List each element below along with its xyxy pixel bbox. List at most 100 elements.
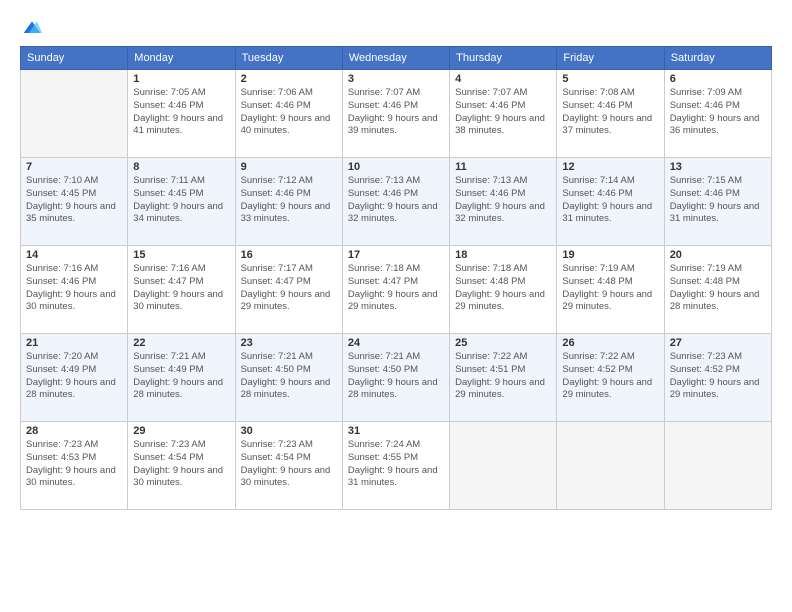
week-row: 14Sunrise: 7:16 AMSunset: 4:46 PMDayligh… <box>21 246 772 334</box>
day-cell: 21 Sunrise: 7:20 AMSunset: 4:49 PMDayligh… <box>21 334 128 422</box>
day-number: 30 <box>241 425 337 437</box>
day-cell: 18 Sunrise: 7:18 AMSunset: 4:48 PMDayligh… <box>450 246 557 334</box>
column-header-sunday: Sunday <box>21 47 128 70</box>
day-cell <box>450 422 557 510</box>
day-number: 25 <box>455 337 551 349</box>
day-number: 20 <box>670 249 766 261</box>
day-number: 1 <box>133 73 229 85</box>
day-cell: 4 Sunrise: 7:07 AMSunset: 4:46 PMDaylight… <box>450 70 557 158</box>
day-cell: 30 Sunrise: 7:23 AMSunset: 4:54 PMDayligh… <box>235 422 342 510</box>
day-number: 28 <box>26 425 122 437</box>
day-info: Sunrise: 7:19 AMSunset: 4:48 PMDaylight:… <box>670 263 766 314</box>
day-cell: 12 Sunrise: 7:14 AMSunset: 4:46 PMDayligh… <box>557 158 664 246</box>
column-header-tuesday: Tuesday <box>235 47 342 70</box>
day-cell: 7Sunrise: 7:10 AMSunset: 4:45 PMDaylight… <box>21 158 128 246</box>
day-number: 27 <box>670 337 766 349</box>
day-info: Sunrise: 7:23 AMSunset: 4:54 PMDaylight:… <box>241 439 337 490</box>
day-info: Sunrise: 7:23 AMSunset: 4:53 PMDaylight:… <box>26 439 122 490</box>
day-cell: 20 Sunrise: 7:19 AMSunset: 4:48 PMDayligh… <box>664 246 771 334</box>
day-info: Sunrise: 7:05 AMSunset: 4:46 PMDaylight:… <box>133 87 229 138</box>
day-info: Sunrise: 7:16 AMSunset: 4:46 PMDaylight:… <box>26 263 122 314</box>
week-row: 21 Sunrise: 7:20 AMSunset: 4:49 PMDayligh… <box>21 334 772 422</box>
day-cell: 24 Sunrise: 7:21 AMSunset: 4:50 PMDayligh… <box>342 334 449 422</box>
day-cell: 27 Sunrise: 7:23 AMSunset: 4:52 PMDayligh… <box>664 334 771 422</box>
day-info: Sunrise: 7:22 AMSunset: 4:52 PMDaylight:… <box>562 351 658 402</box>
day-cell: 5 Sunrise: 7:08 AMSunset: 4:46 PMDaylight… <box>557 70 664 158</box>
day-cell: 1 Sunrise: 7:05 AMSunset: 4:46 PMDaylight… <box>128 70 235 158</box>
day-info: Sunrise: 7:12 AMSunset: 4:46 PMDaylight:… <box>241 175 337 226</box>
day-info: Sunrise: 7:08 AMSunset: 4:46 PMDaylight:… <box>562 87 658 138</box>
day-info: Sunrise: 7:24 AMSunset: 4:55 PMDaylight:… <box>348 439 444 490</box>
day-number: 18 <box>455 249 551 261</box>
week-row: 7Sunrise: 7:10 AMSunset: 4:45 PMDaylight… <box>21 158 772 246</box>
page-header <box>20 18 772 38</box>
column-header-friday: Friday <box>557 47 664 70</box>
day-number: 13 <box>670 161 766 173</box>
week-row: 28 Sunrise: 7:23 AMSunset: 4:53 PMDayligh… <box>21 422 772 510</box>
day-info: Sunrise: 7:22 AMSunset: 4:51 PMDaylight:… <box>455 351 551 402</box>
day-info: Sunrise: 7:21 AMSunset: 4:49 PMDaylight:… <box>133 351 229 402</box>
day-info: Sunrise: 7:18 AMSunset: 4:48 PMDaylight:… <box>455 263 551 314</box>
day-cell <box>557 422 664 510</box>
day-number: 6 <box>670 73 766 85</box>
day-info: Sunrise: 7:19 AMSunset: 4:48 PMDaylight:… <box>562 263 658 314</box>
day-cell: 29 Sunrise: 7:23 AMSunset: 4:54 PMDayligh… <box>128 422 235 510</box>
day-info: Sunrise: 7:23 AMSunset: 4:52 PMDaylight:… <box>670 351 766 402</box>
header-row: SundayMondayTuesdayWednesdayThursdayFrid… <box>21 47 772 70</box>
day-number: 31 <box>348 425 444 437</box>
day-info: Sunrise: 7:20 AMSunset: 4:49 PMDaylight:… <box>26 351 122 402</box>
day-cell <box>21 70 128 158</box>
day-cell: 14Sunrise: 7:16 AMSunset: 4:46 PMDayligh… <box>21 246 128 334</box>
day-number: 21 <box>26 337 122 349</box>
day-info: Sunrise: 7:23 AMSunset: 4:54 PMDaylight:… <box>133 439 229 490</box>
day-info: Sunrise: 7:14 AMSunset: 4:46 PMDaylight:… <box>562 175 658 226</box>
day-cell: 13 Sunrise: 7:15 AMSunset: 4:46 PMDayligh… <box>664 158 771 246</box>
day-cell: 6Sunrise: 7:09 AMSunset: 4:46 PMDaylight… <box>664 70 771 158</box>
day-cell: 8Sunrise: 7:11 AMSunset: 4:45 PMDaylight… <box>128 158 235 246</box>
day-number: 19 <box>562 249 658 261</box>
day-cell: 26Sunrise: 7:22 AMSunset: 4:52 PMDayligh… <box>557 334 664 422</box>
day-number: 5 <box>562 73 658 85</box>
day-info: Sunrise: 7:06 AMSunset: 4:46 PMDaylight:… <box>241 87 337 138</box>
day-info: Sunrise: 7:15 AMSunset: 4:46 PMDaylight:… <box>670 175 766 226</box>
day-cell: 2 Sunrise: 7:06 AMSunset: 4:46 PMDaylight… <box>235 70 342 158</box>
day-cell: 19 Sunrise: 7:19 AMSunset: 4:48 PMDayligh… <box>557 246 664 334</box>
day-number: 10 <box>348 161 444 173</box>
day-number: 29 <box>133 425 229 437</box>
column-header-monday: Monday <box>128 47 235 70</box>
day-number: 2 <box>241 73 337 85</box>
day-cell: 31 Sunrise: 7:24 AMSunset: 4:55 PMDayligh… <box>342 422 449 510</box>
day-number: 3 <box>348 73 444 85</box>
day-number: 16 <box>241 249 337 261</box>
day-number: 24 <box>348 337 444 349</box>
day-number: 12 <box>562 161 658 173</box>
day-info: Sunrise: 7:13 AMSunset: 4:46 PMDaylight:… <box>455 175 551 226</box>
day-number: 22 <box>133 337 229 349</box>
logo-icon <box>22 18 42 38</box>
day-cell: 28 Sunrise: 7:23 AMSunset: 4:53 PMDayligh… <box>21 422 128 510</box>
day-info: Sunrise: 7:21 AMSunset: 4:50 PMDaylight:… <box>241 351 337 402</box>
day-info: Sunrise: 7:13 AMSunset: 4:46 PMDaylight:… <box>348 175 444 226</box>
day-cell: 11 Sunrise: 7:13 AMSunset: 4:46 PMDayligh… <box>450 158 557 246</box>
day-cell <box>664 422 771 510</box>
day-cell: 15Sunrise: 7:16 AMSunset: 4:47 PMDayligh… <box>128 246 235 334</box>
day-cell: 3 Sunrise: 7:07 AMSunset: 4:46 PMDaylight… <box>342 70 449 158</box>
day-number: 7 <box>26 161 122 173</box>
day-info: Sunrise: 7:18 AMSunset: 4:47 PMDaylight:… <box>348 263 444 314</box>
week-row: 1 Sunrise: 7:05 AMSunset: 4:46 PMDaylight… <box>21 70 772 158</box>
day-number: 23 <box>241 337 337 349</box>
column-header-thursday: Thursday <box>450 47 557 70</box>
day-info: Sunrise: 7:11 AMSunset: 4:45 PMDaylight:… <box>133 175 229 226</box>
day-cell: 22 Sunrise: 7:21 AMSunset: 4:49 PMDayligh… <box>128 334 235 422</box>
day-cell: 9 Sunrise: 7:12 AMSunset: 4:46 PMDaylight… <box>235 158 342 246</box>
day-number: 4 <box>455 73 551 85</box>
day-number: 15 <box>133 249 229 261</box>
day-info: Sunrise: 7:07 AMSunset: 4:46 PMDaylight:… <box>455 87 551 138</box>
column-header-wednesday: Wednesday <box>342 47 449 70</box>
day-number: 17 <box>348 249 444 261</box>
day-cell: 16Sunrise: 7:17 AMSunset: 4:47 PMDayligh… <box>235 246 342 334</box>
day-number: 11 <box>455 161 551 173</box>
day-number: 9 <box>241 161 337 173</box>
day-info: Sunrise: 7:21 AMSunset: 4:50 PMDaylight:… <box>348 351 444 402</box>
day-info: Sunrise: 7:07 AMSunset: 4:46 PMDaylight:… <box>348 87 444 138</box>
